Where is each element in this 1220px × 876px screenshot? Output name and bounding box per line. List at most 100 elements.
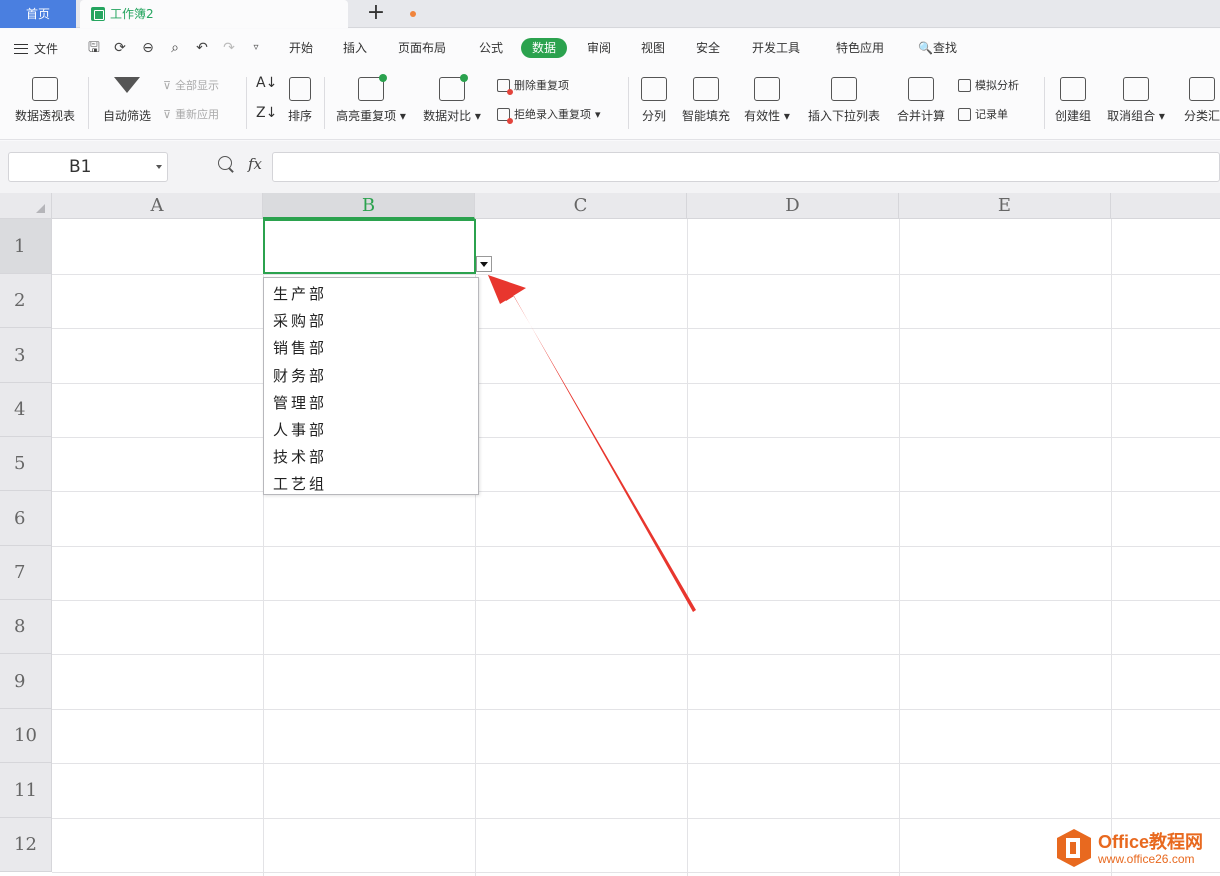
name-box[interactable]: B1 <box>8 152 168 182</box>
show-all-icon: ⊽ <box>163 78 172 92</box>
spreadsheet-grid[interactable]: A B C D E F 1 2 3 4 5 6 7 8 9 10 11 12 生… <box>0 193 1220 876</box>
document-tab-label: 工作簿2 <box>110 7 154 21</box>
subtotal-button[interactable]: 分类汇 <box>1178 77 1220 124</box>
dropdown-option[interactable]: 采购部 <box>264 308 478 335</box>
menu-special-apps[interactable]: 特色应用 <box>836 39 884 57</box>
undo-icon[interactable]: ↶ <box>194 40 210 56</box>
dropdown-option[interactable]: 工艺组 <box>264 471 478 498</box>
menu-developer-tools[interactable]: 开发工具 <box>752 39 800 57</box>
ungroup-icon <box>1123 77 1149 101</box>
save-icon[interactable]: 🖫 <box>86 40 102 56</box>
row-header-10[interactable]: 10 <box>0 709 52 763</box>
dropdown-option[interactable]: 财务部 <box>264 363 478 390</box>
hamburger-icon <box>14 43 28 54</box>
sort-icon <box>289 77 311 101</box>
column-header-b[interactable]: B <box>263 193 475 219</box>
show-all-button[interactable]: ⊽ 全部显示 <box>163 77 219 93</box>
dropdown-option[interactable]: 销售部 <box>264 335 478 362</box>
sort-button[interactable]: 排序 <box>282 77 318 124</box>
validity-button[interactable]: 有效性 ▾ <box>740 77 794 124</box>
print-icon[interactable]: ⊖ <box>140 40 156 56</box>
menu-search[interactable]: 🔍查找 <box>918 39 957 57</box>
split-column-label: 分列 <box>641 109 666 123</box>
row-header-6[interactable]: 6 <box>0 491 52 546</box>
document-tab[interactable]: 工作簿2 <box>80 0 416 28</box>
filter-icon <box>114 77 140 93</box>
reapply-label: 重新应用 <box>175 108 220 121</box>
watermark-url: www.office26.com <box>1098 852 1195 866</box>
dropdown-option[interactable]: 管理部 <box>264 390 478 417</box>
highlight-duplicates-button[interactable]: 高亮重复项 ▾ <box>332 74 410 124</box>
row-header-2[interactable]: 2 <box>0 274 52 328</box>
selected-cell-b1[interactable] <box>263 219 476 274</box>
dropdown-arrow-button[interactable] <box>476 256 492 272</box>
data-compare-button[interactable]: 数据对比 ▾ <box>420 74 484 124</box>
fx-icon[interactable]: fx <box>248 155 262 173</box>
new-tab-button[interactable]: + <box>364 0 388 28</box>
sort-descending-icon[interactable]: Z↓ <box>256 105 277 121</box>
row-header-4[interactable]: 4 <box>0 383 52 437</box>
office-logo-icon <box>1057 829 1091 867</box>
smart-fill-label: 智能填充 <box>681 109 730 123</box>
reject-duplicates-button[interactable]: 拒绝录入重复项 ▾ <box>497 106 601 124</box>
remove-duplicates-icon <box>497 78 513 95</box>
file-menu[interactable]: 文件 <box>14 40 58 57</box>
column-header-c[interactable]: C <box>475 193 687 219</box>
file-menu-label: 文件 <box>34 42 59 56</box>
menu-review[interactable]: 审阅 <box>587 39 611 57</box>
row-header-1[interactable]: 1 <box>0 219 52 274</box>
pivot-table-button[interactable]: 数据透视表 <box>10 77 80 124</box>
row-header-7[interactable]: 7 <box>0 546 52 600</box>
customize-quick-access-icon[interactable]: ▿ <box>248 40 264 56</box>
reapply-button[interactable]: ⊽ 重新应用 <box>163 106 219 122</box>
dropdown-option[interactable]: 生产部 <box>264 281 478 308</box>
row-header-12[interactable]: 12 <box>0 818 52 872</box>
row-header-11[interactable]: 11 <box>0 763 52 818</box>
dropdown-option[interactable]: 人事部 <box>264 417 478 444</box>
menu-security[interactable]: 安全 <box>696 39 720 57</box>
split-column-button[interactable]: 分列 <box>636 77 672 124</box>
menu-page-layout[interactable]: 页面布局 <box>398 39 446 57</box>
record-form-icon <box>958 107 971 121</box>
consolidate-button[interactable]: 合并计算 <box>892 77 950 124</box>
column-header-f[interactable]: F <box>1111 193 1220 219</box>
record-form-button[interactable]: 记录单 <box>958 106 1008 122</box>
menu-data[interactable]: 数据 <box>521 38 568 58</box>
dropdown-list: 生产部 采购部 销售部 财务部 管理部 人事部 技术部 工艺组 <box>263 277 479 495</box>
print-preview-icon[interactable]: ⌕ <box>167 40 183 56</box>
zoom-icon[interactable] <box>218 156 236 174</box>
home-tab[interactable]: 首页 <box>0 0 76 28</box>
sort-ascending-icon[interactable]: A↓ <box>256 75 277 91</box>
auto-filter-button[interactable]: 自动筛选 <box>98 77 156 124</box>
column-header-a[interactable]: A <box>52 193 263 219</box>
formula-input[interactable] <box>272 152 1220 182</box>
chevron-down-icon <box>156 165 162 169</box>
row-header-5[interactable]: 5 <box>0 437 52 491</box>
row-header-3[interactable]: 3 <box>0 328 52 383</box>
menu-formulas[interactable]: 公式 <box>479 39 503 57</box>
create-group-button[interactable]: 创建组 <box>1050 77 1096 124</box>
column-header-e[interactable]: E <box>899 193 1111 219</box>
menu-insert[interactable]: 插入 <box>343 39 367 57</box>
reapply-icon: ⊽ <box>163 107 172 121</box>
remove-duplicates-button[interactable]: 删除重复项 <box>497 77 569 95</box>
simulation-analysis-label: 模拟分析 <box>975 79 1019 92</box>
menu-view[interactable]: 视图 <box>641 39 665 57</box>
highlight-duplicates-icon <box>358 74 387 101</box>
select-all-corner[interactable] <box>0 193 52 219</box>
format-painter-icon[interactable]: ⟳ <box>112 40 128 56</box>
smart-fill-button[interactable]: 智能填充 <box>677 77 735 124</box>
pivot-table-icon <box>32 77 58 101</box>
redo-icon[interactable]: ↷ <box>221 40 237 56</box>
ungroup-button[interactable]: 取消组合 ▾ <box>1104 77 1168 124</box>
menu-bar: 文件 🖫 ⟳ ⊖ ⌕ ↶ ↷ ▿ 开始 插入 页面布局 公式 数据 审阅 视图 … <box>0 29 1220 67</box>
remove-duplicates-label: 删除重复项 <box>514 79 569 92</box>
simulation-analysis-button[interactable]: 模拟分析 <box>958 77 1019 93</box>
row-header-9[interactable]: 9 <box>0 654 52 709</box>
column-header-d[interactable]: D <box>687 193 899 219</box>
insert-dropdown-list-button[interactable]: 插入下拉列表 <box>802 77 886 124</box>
dropdown-option[interactable]: 技术部 <box>264 444 478 471</box>
data-compare-label: 数据对比 <box>423 109 472 123</box>
menu-start[interactable]: 开始 <box>289 39 313 57</box>
row-header-8[interactable]: 8 <box>0 600 52 654</box>
